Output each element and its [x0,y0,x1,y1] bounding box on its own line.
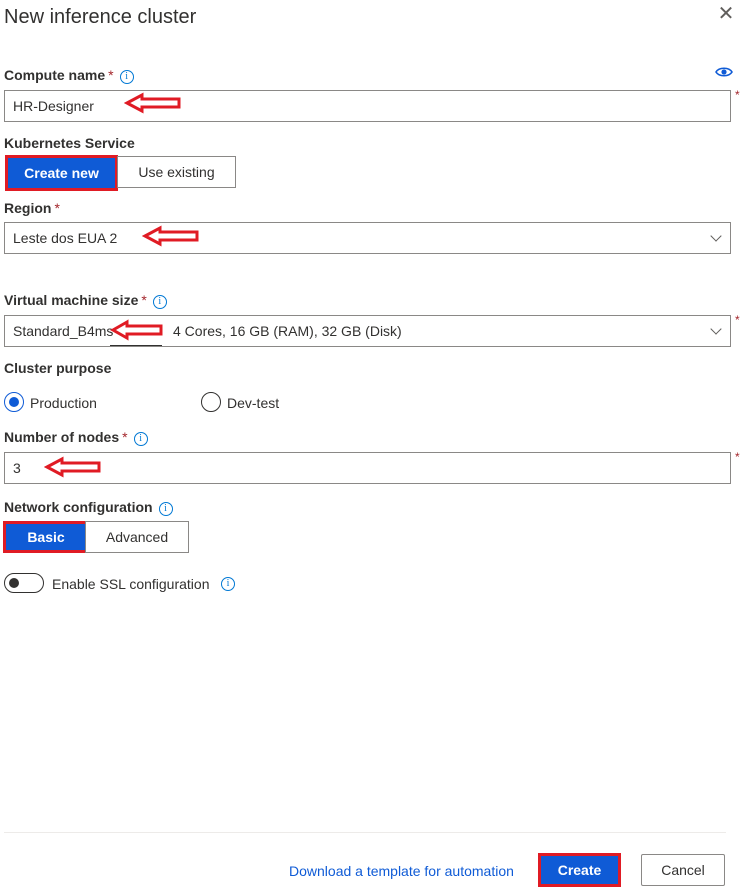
region-label-text: Region [4,200,52,216]
ssl-info: i [215,574,235,591]
ssl-toggle[interactable] [4,573,44,593]
cancel-button[interactable]: Cancel [641,854,725,886]
basic-button[interactable]: Basic [3,521,89,553]
field-required-marker: * [735,88,740,102]
compute-name-field[interactable]: HR-Designer [4,90,731,122]
radio-production[interactable] [4,392,24,412]
radio-dev-test[interactable] [201,392,221,412]
info-icon[interactable]: i [158,502,173,516]
radio-dev-test-label: Dev-test [227,395,280,411]
info-icon[interactable]: i [221,577,235,591]
nodes-label-text: Number of nodes [4,429,120,445]
footer-divider [4,832,726,833]
ssl-label: Enable SSL configuration [52,576,210,592]
region-dropdown[interactable]: Leste dos EUA 2 [4,222,731,254]
vm-size-detail: 4 Cores, 16 GB (RAM), 32 GB (Disk) [173,323,402,339]
region-value: Leste dos EUA 2 [13,230,118,246]
panel-title: New inference cluster [4,6,197,28]
use-existing-button[interactable]: Use existing [117,156,236,188]
download-template-link[interactable]: Download a template for automation [289,863,514,879]
compute-name-label-text: Compute name [4,67,106,83]
region-label: Region * [4,200,60,216]
vm-size-label: Virtual machine size * i [4,292,167,309]
field-required-marker: * [735,450,740,464]
network-label-text: Network configuration [4,499,153,515]
radio-production-label: Production [30,395,97,411]
network-label: Network configuration i [4,499,173,516]
advanced-button[interactable]: Advanced [85,521,189,553]
chevron-down-icon [710,230,722,242]
create-new-button[interactable]: Create new [5,155,118,191]
info-icon[interactable]: i [133,432,148,446]
chevron-down-icon [710,323,722,335]
vm-size-value: Standard_B4ms [13,323,114,339]
kubernetes-label: Kubernetes Service [4,135,135,151]
info-icon[interactable]: i [152,295,167,309]
close-icon[interactable]: ✕ [716,4,736,24]
eye-icon[interactable] [714,64,734,80]
required-marker: * [54,200,60,216]
nodes-field[interactable]: 3 [4,452,731,484]
nodes-label: Number of nodes * i [4,429,148,446]
create-button[interactable]: Create [538,853,621,887]
compute-name-label: Compute name * i [4,67,134,84]
vm-size-dropdown[interactable]: Standard_B4ms 4 Cores, 16 GB (RAM), 32 G… [4,315,731,347]
cluster-purpose-label: Cluster purpose [4,360,112,376]
required-marker: * [141,292,147,308]
required-marker: * [108,67,114,83]
vm-size-label-text: Virtual machine size [4,292,139,308]
required-marker: * [122,429,128,445]
divider [110,345,162,346]
info-icon[interactable]: i [119,70,134,84]
field-required-marker: * [735,313,740,327]
